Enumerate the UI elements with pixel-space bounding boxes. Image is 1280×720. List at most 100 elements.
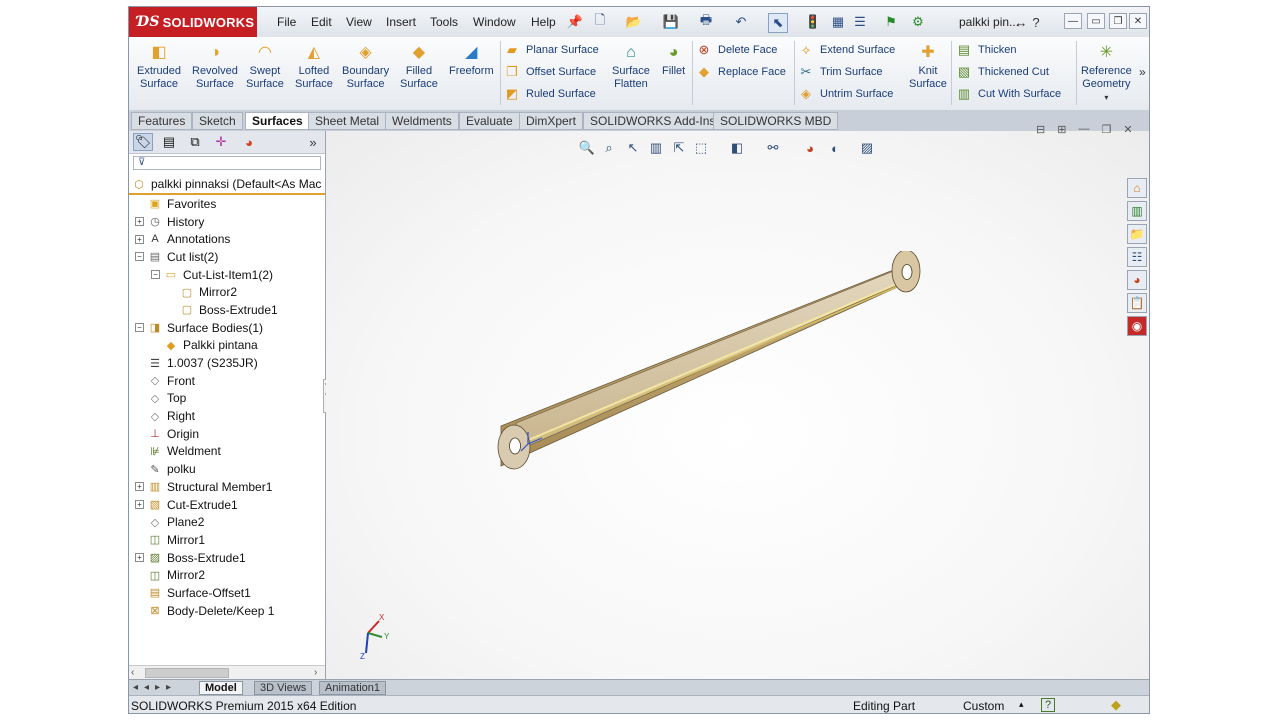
bottom-tab-model[interactable]: Model (199, 681, 243, 695)
view-settings-icon[interactable]: ▨ (858, 139, 876, 157)
expand-icon[interactable]: + (135, 234, 144, 244)
tree-item[interactable]: ◇ Right (135, 407, 325, 425)
expand-icon[interactable]: + (135, 553, 144, 563)
tree-item[interactable]: ⊠ Body-Delete/Keep 1 (135, 602, 325, 620)
ruled-surface-button[interactable]: ◩ Ruled Surface (503, 84, 599, 104)
view-palette-icon[interactable]: ☷ (1127, 247, 1147, 267)
tree-item[interactable]: ▢ Mirror2 (135, 283, 325, 301)
tree-item[interactable]: ◇ Plane2 (135, 513, 325, 531)
feature-manager-tab-icon[interactable]: 🏷 (133, 133, 153, 151)
tab-solidworks-mbd[interactable]: SOLIDWORKS MBD (713, 112, 839, 130)
graphics-viewport[interactable]: 🔍 ⌕ ↖ ▥ ⇱ ⬚ ◧ ⚯ ◕ ◐ ▨ ⊟ ⊞ — ❐ ✕ ⌂ ▥ 📁 ☷ … (326, 123, 1149, 679)
trim-surface-button[interactable]: ✂ Trim Surface (797, 62, 895, 82)
extend-surface-button[interactable]: ⟡ Extend Surface (797, 40, 896, 60)
tree-item[interactable]: ◇ Front (135, 372, 325, 390)
panel-expand-icon[interactable]: » (303, 133, 323, 151)
zoom-to-fit-icon[interactable]: 🔍 (578, 139, 596, 157)
offset-surface-button[interactable]: ❐ Offset Surface (503, 62, 599, 82)
close-button[interactable]: ✕ (1129, 13, 1147, 29)
design-library-icon[interactable]: ▥ (1127, 201, 1147, 221)
tree-item[interactable]: ▢ Boss-Extrude1 (135, 301, 325, 319)
thicken-button[interactable]: ▤ Thicken (955, 40, 1061, 60)
tree-item[interactable]: ◫ Mirror2 (135, 566, 325, 584)
planar-surface-button[interactable]: ▰ Planar Surface (503, 40, 599, 60)
tab-features[interactable]: Features (131, 112, 193, 130)
save-icon[interactable]: 💾 (662, 13, 680, 31)
tree-item[interactable]: + ▨ Boss-Extrude1 (135, 549, 325, 567)
tab-sheet-metal[interactable]: Sheet Metal (308, 112, 387, 130)
print-icon[interactable]: 🖶 (697, 12, 715, 31)
dynamic-annotation-view-icon[interactable]: ⇱ (670, 139, 688, 157)
tree-item[interactable]: + ▥ Structural Member1 (135, 478, 325, 496)
tab-evaluate[interactable]: Evaluate (459, 112, 520, 130)
units-selector[interactable]: Custom (963, 699, 1004, 713)
scroll-left-icon[interactable]: ‹ (131, 667, 134, 678)
tile-horizontal-icon[interactable]: ⊟ (1036, 123, 1045, 136)
menu-tools[interactable]: Tools (430, 15, 458, 29)
bottom-tab-3d-views[interactable]: 3D Views (254, 681, 313, 695)
part-model[interactable] (486, 251, 966, 491)
ribbon-expand-icon[interactable]: » (1139, 65, 1146, 79)
tree-item[interactable]: + ◷ History (135, 213, 325, 231)
viewport-minimize-icon[interactable]: — (1078, 123, 1089, 136)
expand-icon[interactable]: + (135, 500, 144, 510)
minimize-button[interactable]: — (1064, 13, 1082, 29)
rebuild-icon[interactable]: 🚦 (804, 13, 822, 31)
bottom-tab-animation1[interactable]: Animation1 (319, 681, 387, 695)
knit-surface-button[interactable]: ✚ Knit Surface (909, 41, 947, 91)
lofted-surface-button[interactable]: ◭ Lofted Surface (295, 41, 333, 91)
open-folder-icon[interactable]: 📂 (625, 13, 643, 31)
thickened-cut-button[interactable]: ▧ Thickened Cut (955, 62, 1061, 82)
tree-item[interactable]: + A Annotations (135, 230, 325, 248)
tree-item[interactable]: ▤ Surface-Offset1 (135, 584, 325, 602)
untrim-surface-button[interactable]: ◈ Untrim Surface (797, 84, 895, 104)
tab-scroll-arrows-icon[interactable]: ◂◂▸▸ (133, 682, 177, 693)
menu-insert[interactable]: Insert (386, 15, 416, 29)
tab-dimxpert[interactable]: DimXpert (519, 112, 584, 130)
tree-item[interactable]: ▣ Favorites (135, 195, 325, 213)
tree-item[interactable]: ◇ Top (135, 390, 325, 408)
collapse-icon[interactable]: − (135, 323, 144, 333)
expand-icon[interactable]: + (135, 482, 144, 492)
filled-surface-button[interactable]: ◆ Filled Surface (400, 41, 438, 91)
select-icon[interactable]: ⬉ (768, 13, 788, 33)
scroll-right-icon[interactable]: › (314, 667, 317, 678)
appearances-scenes-icon[interactable]: ◕ (1127, 270, 1147, 290)
tree-item[interactable]: ◆ Palkki pintana (135, 337, 325, 355)
custom-properties-icon[interactable]: 📋 (1127, 293, 1147, 313)
viewport-restore-icon[interactable]: ❐ (1101, 123, 1111, 136)
collapse-icon[interactable]: − (135, 252, 144, 262)
tree-item[interactable]: ☰ 1.0037 (S235JR) (135, 354, 325, 372)
tab-surfaces[interactable]: Surfaces (245, 112, 310, 130)
solidworks-forum-icon[interactable]: ◉ (1127, 316, 1147, 336)
menu-file[interactable]: File (277, 15, 296, 29)
pin-icon[interactable]: 📌 (566, 13, 584, 31)
tree-item[interactable]: ⊯ Weldment (135, 443, 325, 461)
tile-vertical-icon[interactable]: ⊞ (1057, 123, 1066, 136)
tab-weldments[interactable]: Weldments (385, 112, 459, 130)
scroll-thumb[interactable] (145, 668, 229, 678)
section-view-icon[interactable]: ▥ (647, 139, 665, 157)
tree-item[interactable]: − ▤ Cut list(2) (135, 248, 325, 266)
file-properties-icon[interactable]: ▦ (829, 13, 847, 31)
display-style-icon[interactable]: ◧ (728, 139, 746, 157)
file-explorer-icon[interactable]: 📁 (1127, 224, 1147, 244)
menu-edit[interactable]: Edit (311, 15, 332, 29)
reference-geometry-button[interactable]: ✳ Reference Geometry ▾ (1081, 41, 1132, 104)
hide-show-items-icon[interactable]: ⚯ (764, 139, 782, 157)
units-dropdown-icon[interactable]: ▴ (1019, 699, 1024, 710)
tab-sketch[interactable]: Sketch (192, 112, 243, 130)
boundary-surface-button[interactable]: ◈ Boundary Surface (342, 41, 389, 91)
replace-face-button[interactable]: ◆ Replace Face (695, 62, 786, 82)
restore-button[interactable]: ❐ (1109, 13, 1127, 29)
help-status-icon[interactable]: ? (1041, 698, 1055, 712)
view-orientation-icon[interactable]: ⬚ (692, 139, 710, 157)
undo-icon[interactable]: ↶ (732, 13, 750, 31)
collaboration-icon[interactable]: ⚑ (882, 13, 900, 31)
menu-view[interactable]: View (346, 15, 372, 29)
property-manager-tab-icon[interactable]: ▤ (159, 133, 179, 151)
solidworks-logo[interactable]: ƊS SOLIDWORKS (129, 7, 257, 37)
extruded-surface-button[interactable]: ◧ Extruded Surface (137, 41, 181, 91)
cut-with-surface-button[interactable]: ▥ Cut With Surface (955, 84, 1061, 104)
tree-item[interactable]: ✎ polku (135, 460, 325, 478)
